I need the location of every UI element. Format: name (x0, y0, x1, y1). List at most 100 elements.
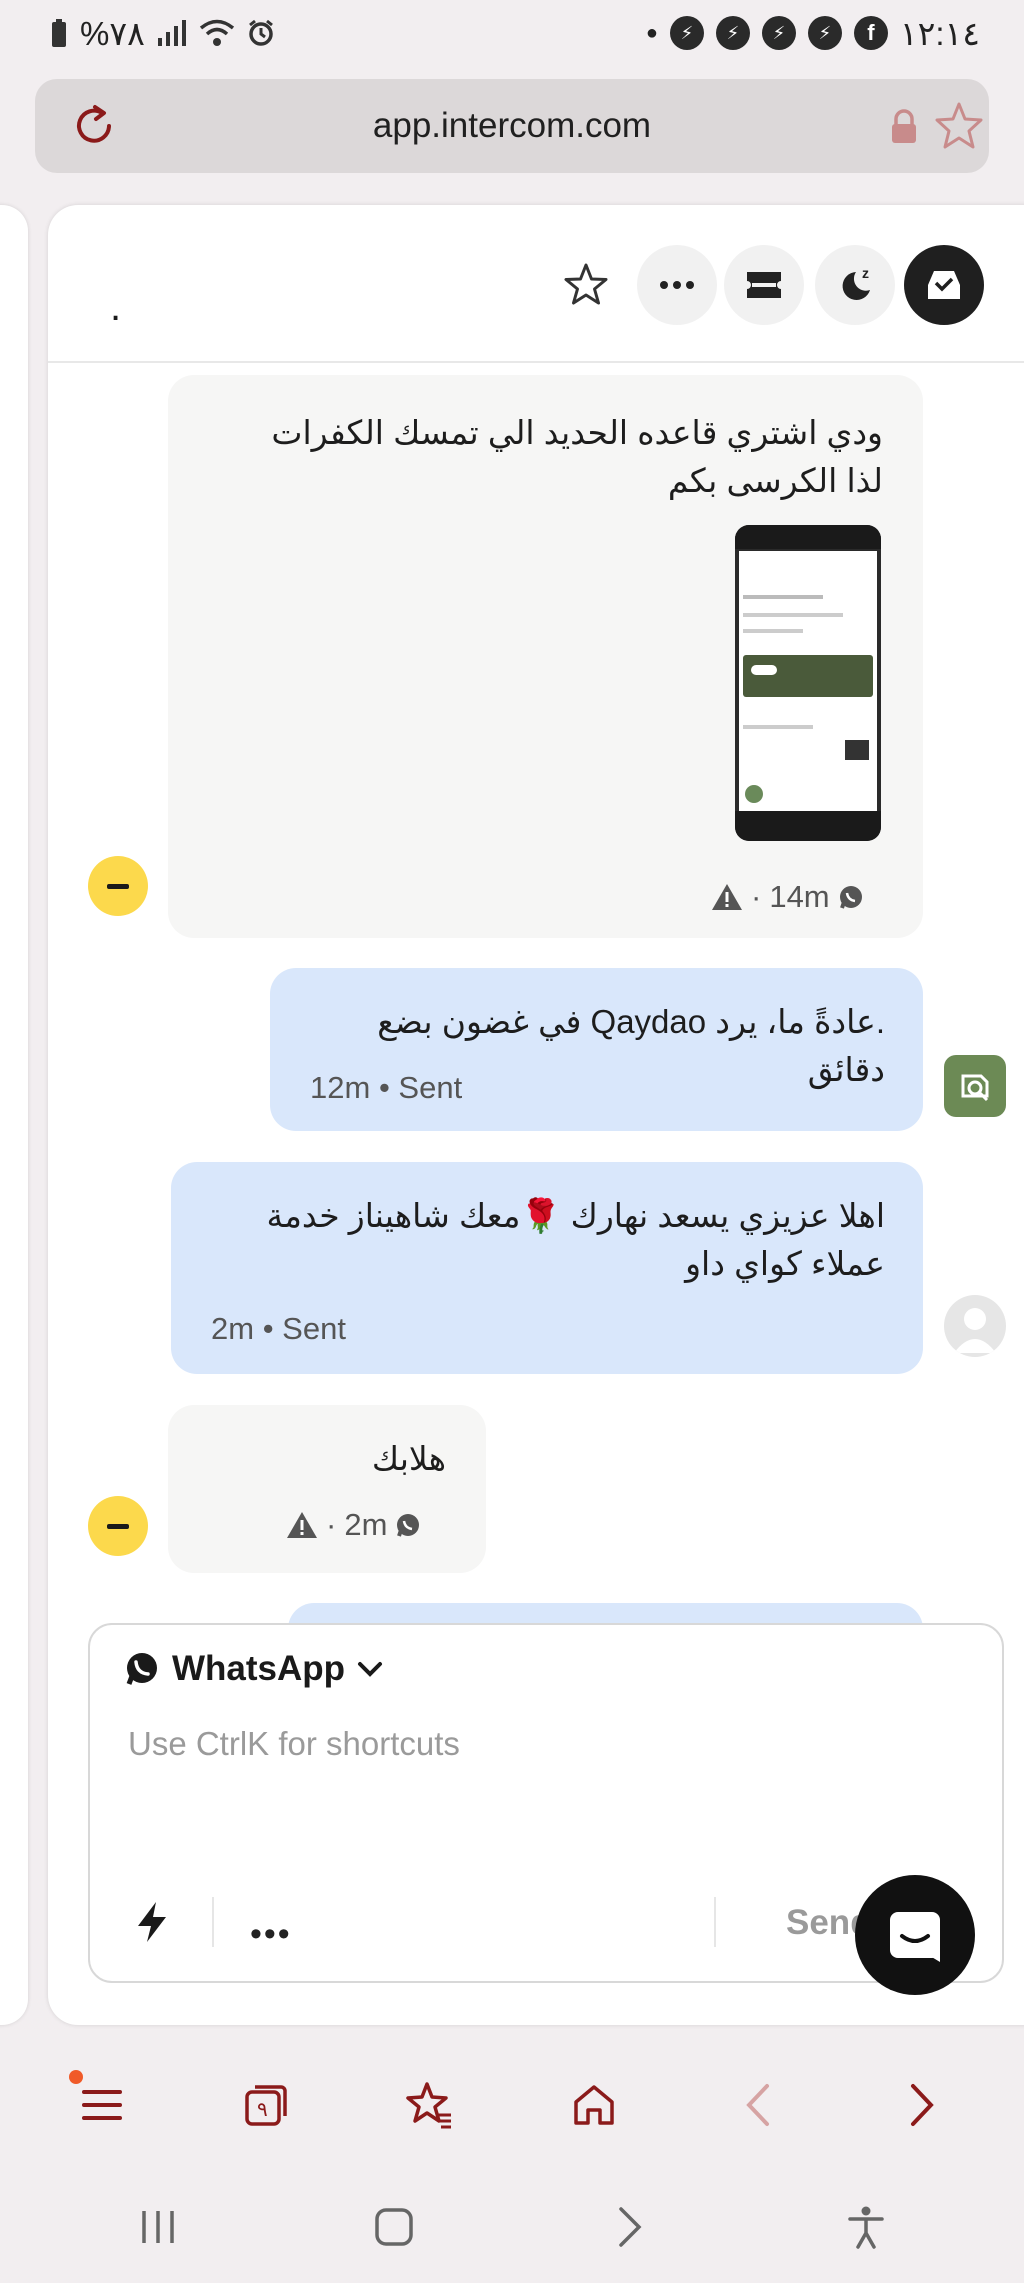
accessibility-button[interactable] (831, 2192, 901, 2262)
url-text[interactable]: app.intercom.com (35, 106, 989, 146)
whatsapp-icon (839, 886, 862, 909)
message-meta: · 14m (711, 873, 864, 921)
facebook-icon: f (853, 16, 888, 50)
message-status: Sent (398, 1070, 463, 1105)
message-text: اهلا عزيزي يسعد نهارك 🌹معك شاهيناز خدمة … (266, 1197, 885, 1282)
message-inbound: هلابك · 2m (168, 1405, 486, 1573)
chevron-right-icon (911, 2084, 934, 2126)
star-icon[interactable] (562, 261, 610, 309)
meta-separator: • (262, 1311, 283, 1346)
message-time: 2m (344, 1507, 388, 1542)
home-nav-button[interactable] (359, 2192, 429, 2262)
whatsapp-icon (126, 1653, 157, 1685)
warning-icon (712, 884, 742, 910)
message-time: 14m (769, 879, 830, 914)
forward-button[interactable] (887, 2070, 957, 2140)
conversation-title: . (110, 285, 122, 329)
inbox-close-icon (928, 271, 960, 299)
divider (714, 1897, 716, 1947)
wifi-icon (199, 19, 235, 47)
status-left: %٧٨ (50, 14, 275, 53)
tabs-button[interactable]: ٩ (231, 2070, 301, 2140)
more-options-button[interactable] (637, 245, 717, 325)
message-status: Sent (282, 1311, 346, 1346)
home-icon (574, 2085, 614, 2125)
snooze-button[interactable]: z (815, 245, 895, 325)
system-navigation-bar (0, 2170, 1024, 2283)
chevron-right-icon (619, 2206, 642, 2247)
meta-separator: · (751, 879, 762, 914)
customer-avatar[interactable] (88, 1496, 148, 1556)
divider (212, 1897, 214, 1947)
meta-separator: • (378, 1070, 399, 1105)
intercom-chat-icon (890, 1912, 940, 1962)
channel-selector[interactable]: WhatsApp (124, 1649, 383, 1689)
bot-logo-icon (961, 1074, 989, 1102)
home-square-icon (375, 2207, 413, 2246)
chevron-down-icon (358, 1662, 383, 1677)
snooze-moon-icon: z (842, 265, 870, 300)
messenger-icon: ⚡ (761, 16, 796, 50)
notification-dot: ● (645, 21, 658, 44)
message-time: 12m (310, 1070, 371, 1105)
back-button[interactable] (723, 2070, 793, 2140)
svg-text:٩: ٩ (257, 2097, 268, 2121)
operator-bot-avatar[interactable] (944, 1055, 1006, 1117)
reload-icon[interactable] (69, 101, 119, 151)
whatsapp-icon (397, 1514, 420, 1537)
message-image-attachment[interactable] (735, 525, 881, 841)
tabs-icon: ٩ (245, 2085, 287, 2126)
message-meta: · 2m (286, 1501, 421, 1549)
home-button[interactable] (559, 2070, 629, 2140)
messenger-icon: ⚡ (807, 16, 842, 50)
message-input[interactable]: Use CtrlK for shortcuts (128, 1725, 460, 1763)
meta-separator: · (326, 1507, 337, 1542)
status-bar: %٧٨ ● ⚡ ⚡ ⚡ ⚡ f ١٢:١٤ (0, 0, 1024, 66)
browser-toolbar: ٩ (0, 2050, 1024, 2160)
message-inbound: ودي اشتري قاعده الحديد الي تمسك الكفرات … (168, 375, 923, 938)
status-time: ١٢:١٤ (899, 14, 980, 52)
message-outbound: .عادةً ما، يرد Qaydao في غضون بضع دقائق … (270, 968, 923, 1131)
status-right: ● ⚡ ⚡ ⚡ ⚡ f ١٢:١٤ (646, 14, 980, 53)
messenger-icon: ⚡ (715, 16, 750, 50)
message-time: 2m (211, 1311, 255, 1346)
warning-icon (287, 1512, 317, 1538)
more-actions-button[interactable]: ••• (250, 1915, 292, 1954)
hamburger-menu-icon (82, 2090, 122, 2120)
signal-icon (157, 20, 187, 46)
svg-text:z: z (862, 265, 869, 281)
bookmark-star-icon[interactable] (933, 100, 985, 152)
lock-icon[interactable] (887, 109, 921, 145)
chevron-left-icon (746, 2084, 769, 2126)
recent-apps-button[interactable] (123, 2192, 193, 2262)
background-panel (0, 205, 28, 2025)
message-text: ودي اشتري قاعده الحديد الي تمسك الكفرات … (271, 414, 883, 499)
messenger-icon: ⚡ (669, 16, 704, 50)
intercom-messenger-launcher[interactable] (855, 1875, 975, 1995)
bookmarks-star-icon (406, 2082, 451, 2129)
menu-button[interactable] (67, 2070, 137, 2140)
address-bar[interactable]: app.intercom.com (35, 79, 989, 173)
battery-icon (50, 18, 68, 48)
message-meta: 12m • Sent (310, 1064, 462, 1112)
bookmarks-button[interactable] (395, 2070, 465, 2140)
customer-avatar[interactable] (88, 856, 148, 916)
message-text: هلابك (371, 1440, 446, 1477)
close-conversation-button[interactable] (904, 245, 984, 325)
ticket-button[interactable] (724, 245, 804, 325)
more-icon (660, 281, 694, 289)
battery-percent: %٧٨ (80, 14, 145, 52)
message-meta: 2m • Sent (211, 1305, 346, 1353)
ticket-icon (747, 272, 781, 298)
conversation-header: . z (48, 205, 1024, 363)
notification-dot (69, 2070, 83, 2084)
channel-label: WhatsApp (172, 1649, 346, 1688)
agent-avatar[interactable] (944, 1295, 1006, 1357)
back-nav-button[interactable] (595, 2192, 665, 2262)
recents-icon (142, 2210, 174, 2243)
message-outbound: اهلا عزيزي يسعد نهارك 🌹معك شاهيناز خدمة … (171, 1162, 923, 1374)
accessibility-icon (848, 2206, 884, 2249)
alarm-icon (247, 19, 275, 47)
user-placeholder-icon (954, 1308, 996, 1353)
lightning-icon[interactable] (132, 1900, 172, 1944)
